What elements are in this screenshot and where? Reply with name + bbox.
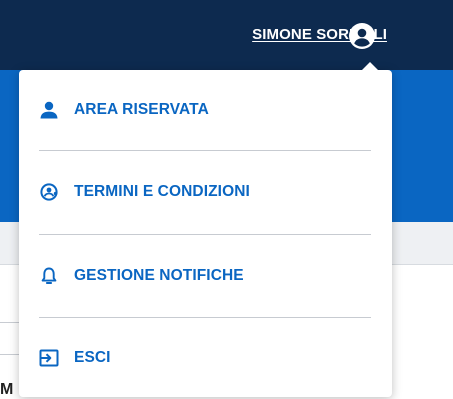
bell-icon [39,266,59,286]
background-divider [0,354,20,355]
menu-item-label: ESCI [74,349,111,366]
menu-item-label: GESTIONE NOTIFICHE [74,267,244,284]
logout-icon [39,348,59,368]
menu-item-label: AREA RISERVATA [74,101,209,118]
menu-caret [361,62,379,71]
user-icon [39,100,59,120]
background-divider [0,322,20,323]
user-circle-icon[interactable] [349,23,375,49]
menu-divider [39,234,371,235]
menu-item-gestione-notifiche[interactable]: GESTIONE NOTIFICHE [19,246,392,306]
menu-item-esci[interactable]: ESCI [19,328,392,388]
terms-user-icon [39,182,59,202]
menu-item-area-riservata[interactable]: AREA RISERVATA [19,80,392,140]
menu-divider [39,317,371,318]
background-partial-text: M [0,381,15,398]
menu-item-termini-e-condizioni[interactable]: TERMINI E CONDIZIONI [19,162,392,222]
user-dropdown-menu: AREA RISERVATA TERMINI E CONDIZIONI GEST… [19,62,392,397]
top-header-bar: SIMONE SORDILLI [0,0,453,70]
menu-divider [39,150,371,151]
menu-item-label: TERMINI E CONDIZIONI [74,183,250,200]
